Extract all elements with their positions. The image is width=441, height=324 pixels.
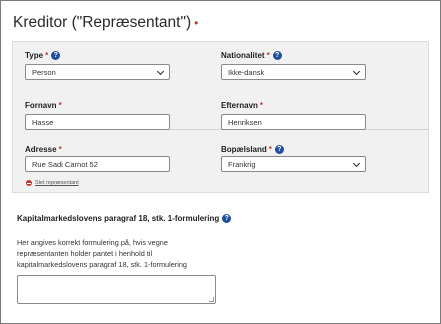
bopaelsland-label-text: Bopælsland: [221, 145, 267, 154]
remove-representative-label: Slet repræsentant: [35, 180, 79, 186]
adresse-input-value: Rue Sadi Carnot 52: [32, 159, 98, 169]
help-icon[interactable]: ?: [51, 51, 61, 60]
nationalitet-label-text: Nationalitet: [221, 51, 265, 60]
minus-circle-icon: [26, 180, 32, 186]
remove-representative-link[interactable]: Slet repræsentant: [26, 180, 79, 186]
required-star: *: [259, 101, 264, 110]
representative-panel: Type *? Person Nationalitet *? Ikke-dansk …: [12, 41, 429, 193]
fornavn-input[interactable]: Hasse: [25, 114, 170, 130]
nationalitet-select-value: Ikke-dansk: [228, 67, 265, 77]
type-select[interactable]: Person: [25, 64, 170, 80]
efternavn-input[interactable]: Henriksen: [221, 114, 366, 130]
required-star: *: [266, 51, 270, 60]
type-select-value: Person: [32, 67, 56, 77]
fornavn-label-text: Fornavn: [25, 101, 57, 110]
resize-handle-icon[interactable]: [209, 297, 214, 302]
chevron-down-icon: [352, 67, 361, 76]
help-icon[interactable]: ?: [272, 51, 282, 60]
kapital-textarea[interactable]: [17, 275, 216, 304]
chevron-down-icon: [156, 67, 165, 76]
section-title: Kreditor ("Repræsentant") •: [13, 14, 198, 32]
efternavn-label: Efternavn *: [221, 101, 263, 110]
efternavn-input-value: Henriksen: [228, 117, 262, 127]
adresse-label-text: Adresse: [25, 145, 57, 154]
required-marker: •: [194, 16, 199, 30]
required-star: *: [268, 145, 272, 154]
bopaelsland-select-value: Frankrig: [228, 159, 256, 169]
kapital-heading: Kapitalmarkedslovens paragraf 18, stk. 1…: [17, 214, 232, 223]
required-star: *: [58, 101, 62, 110]
section-title-text: Kreditor ("Repræsentant"): [13, 14, 192, 31]
kapital-heading-text: Kapitalmarkedslovens paragraf 18, stk. 1…: [17, 214, 220, 223]
type-label: Type *?: [25, 51, 61, 60]
nationalitet-label: Nationalitet *?: [221, 51, 282, 60]
kapital-description: Her angives korrekt formulering på, hvis…: [17, 238, 187, 270]
chevron-down-icon: [352, 159, 361, 168]
page-frame: Kreditor ("Repræsentant") • Type *? Person…: [0, 0, 441, 324]
fornavn-input-value: Hasse: [32, 117, 54, 127]
fornavn-label: Fornavn *: [25, 101, 62, 110]
efternavn-label-text: Efternavn: [221, 101, 258, 110]
adresse-label: Adresse *: [25, 145, 62, 154]
help-icon[interactable]: ?: [274, 145, 284, 154]
nationalitet-select[interactable]: Ikke-dansk: [221, 64, 366, 80]
adresse-input[interactable]: Rue Sadi Carnot 52: [25, 156, 170, 172]
bopaelsland-select[interactable]: Frankrig: [221, 156, 366, 172]
help-icon[interactable]: ?: [222, 214, 232, 223]
required-star: *: [58, 145, 62, 154]
bopaelsland-label: Bopælsland *?: [221, 145, 284, 154]
required-star: *: [45, 51, 49, 60]
type-label-text: Type: [25, 51, 44, 60]
